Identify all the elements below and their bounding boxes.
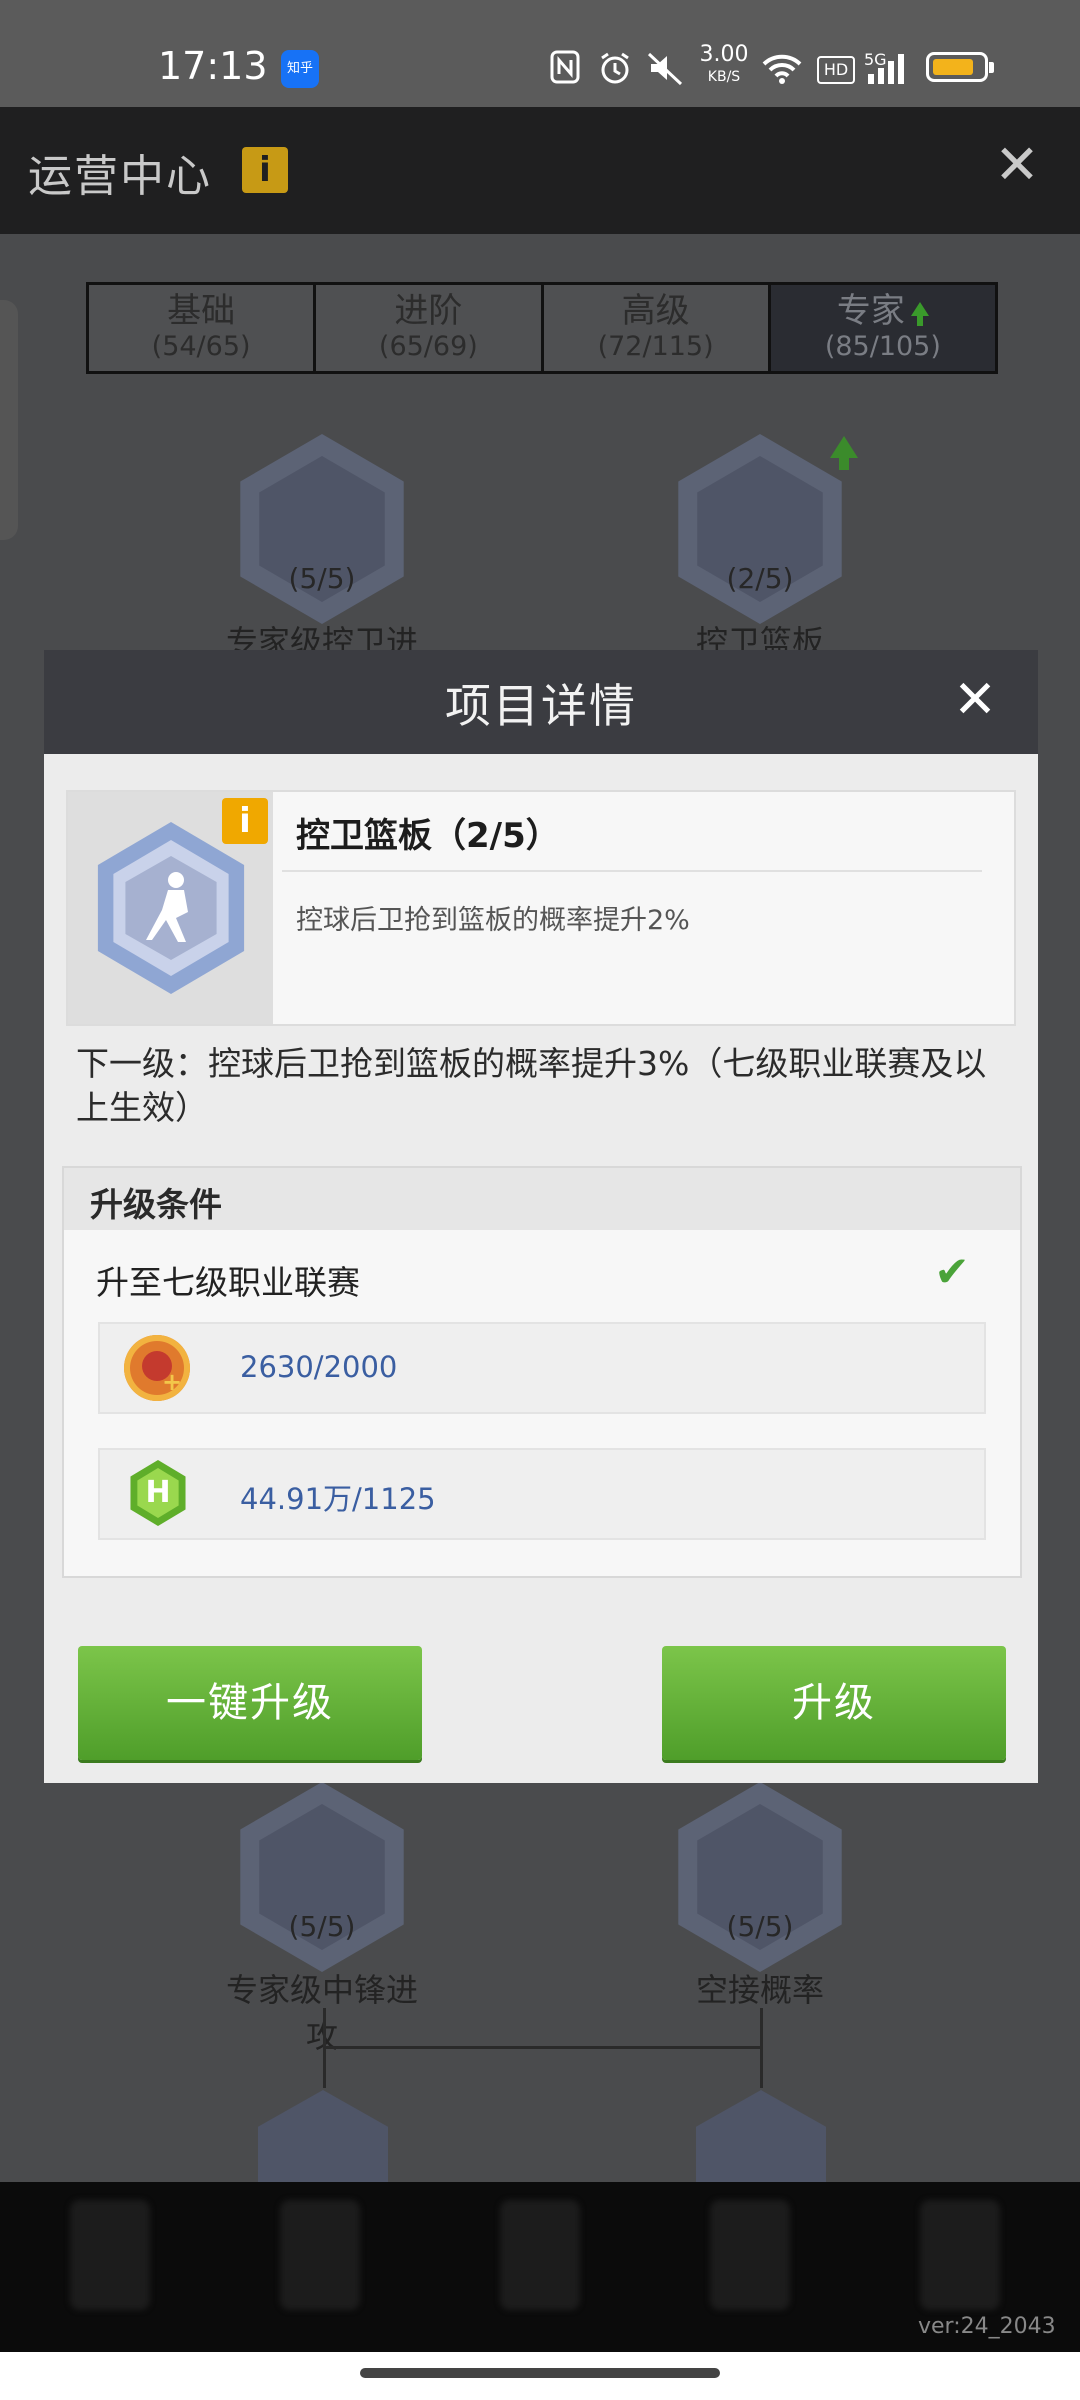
skill-node[interactable]: (2/5) 控卫篮板 — [660, 434, 860, 663]
tab-name: 高级 — [621, 291, 690, 331]
nav-item[interactable] — [710, 2200, 790, 2310]
skill-level: (5/5) — [726, 1910, 794, 1943]
tab-name: 进阶 — [394, 291, 463, 331]
skill-name: 专家级中锋进攻 — [225, 1971, 418, 2055]
network-label: 5G — [864, 50, 887, 69]
battery-icon — [926, 52, 994, 82]
info-icon[interactable]: i — [242, 147, 288, 193]
next-level-description: 下一级：控球后卫抢到篮板的概率提升3%（七级职业联赛及以上生效） — [76, 1044, 987, 1127]
skill-level: (5/5) — [288, 1910, 356, 1943]
hd-icon: HD — [817, 56, 855, 84]
net-speed: 3.00 KB/S — [696, 44, 752, 88]
resource-row — [98, 1448, 986, 1540]
resource-value: 2630/2000 — [240, 1350, 398, 1384]
skill-hexagon-icon — [240, 434, 404, 624]
skill-level: (2/5) — [726, 562, 794, 595]
tier-tabs: 基础 (54/65) 进阶 (65/69) 高级 (72/115) 专家 (85… — [86, 282, 998, 374]
nav-item[interactable] — [70, 2200, 150, 2310]
resource-value: 44.91万/1125 — [240, 1482, 436, 1516]
page-title: 运营中心 — [28, 151, 212, 202]
net-speed-value: 3.00 — [699, 42, 749, 67]
tab-count: (54/65) — [151, 331, 251, 362]
wifi-icon — [760, 50, 804, 86]
side-drawer-handle[interactable] — [0, 300, 18, 540]
tab-senior[interactable]: 高级 (72/115) — [543, 285, 771, 371]
status-time: 17:13 — [158, 44, 268, 88]
tab-advanced[interactable]: 进阶 (65/69) — [316, 285, 544, 371]
nav-item[interactable] — [500, 2200, 580, 2310]
skill-hexagon-icon — [258, 2090, 388, 2182]
gesture-bar[interactable] — [360, 2368, 720, 2378]
net-speed-unit: KB/S — [707, 69, 741, 85]
tab-name: 专家 — [836, 291, 905, 331]
tab-count: (72/115) — [597, 331, 714, 362]
divider — [282, 870, 982, 872]
dialog-title: 项目详情 — [445, 679, 637, 733]
tab-basic[interactable]: 基础 (54/65) — [89, 285, 317, 371]
tab-count: (65/69) — [378, 331, 478, 362]
signal-5g-icon: 5G — [864, 50, 914, 86]
tree-connector — [323, 2046, 763, 2049]
one-click-upgrade-button[interactable]: 一键升级 — [78, 1646, 422, 1760]
skill-level: (5/5) — [288, 562, 356, 595]
h-hexagon-glyph: H — [137, 1468, 179, 1518]
nav-item[interactable] — [920, 2200, 1000, 2310]
nav-item[interactable] — [280, 2200, 360, 2310]
skill-description: 控球后卫抢到篮板的概率提升2% — [296, 905, 690, 936]
zhihu-notification-icon: 知乎 — [281, 50, 319, 88]
resource-row — [98, 1322, 986, 1414]
skill-node[interactable]: (5/5) 空接概率 — [660, 1782, 860, 2011]
dialog-close-icon[interactable]: ✕ — [947, 672, 1003, 728]
skill-hexagon-icon — [678, 434, 842, 624]
upgrade-arrow-icon — [910, 302, 929, 326]
info-icon[interactable]: i — [222, 798, 268, 844]
league-requirement: 升至七级职业联赛 — [96, 1263, 360, 1302]
tab-count: (85/105) — [824, 331, 941, 362]
skill-node[interactable]: (5/5) 专家级中锋进攻 — [222, 1782, 422, 2057]
version-label: ver:24_2043 — [918, 2314, 1056, 2339]
tab-name: 基础 — [167, 291, 236, 331]
conditions-title: 升级条件 — [90, 1185, 222, 1224]
skill-hexagon-icon — [696, 2090, 826, 2182]
tab-expert[interactable]: 专家 (85/105) — [770, 285, 995, 371]
upgrade-arrow-icon — [830, 436, 858, 470]
alarm-icon — [596, 50, 634, 86]
medal-coin-icon: + — [124, 1335, 190, 1401]
skill-hexagon-icon — [240, 1782, 404, 1972]
skill-hexagon-icon — [678, 1782, 842, 1972]
close-icon[interactable]: ✕ — [992, 138, 1042, 192]
upgrade-button[interactable]: 升级 — [662, 1646, 1006, 1760]
skill-name: 控卫篮板（2/5） — [296, 816, 560, 856]
check-icon: ✔ — [934, 1247, 970, 1296]
nfc-icon — [548, 50, 582, 86]
mute-icon — [644, 50, 688, 86]
